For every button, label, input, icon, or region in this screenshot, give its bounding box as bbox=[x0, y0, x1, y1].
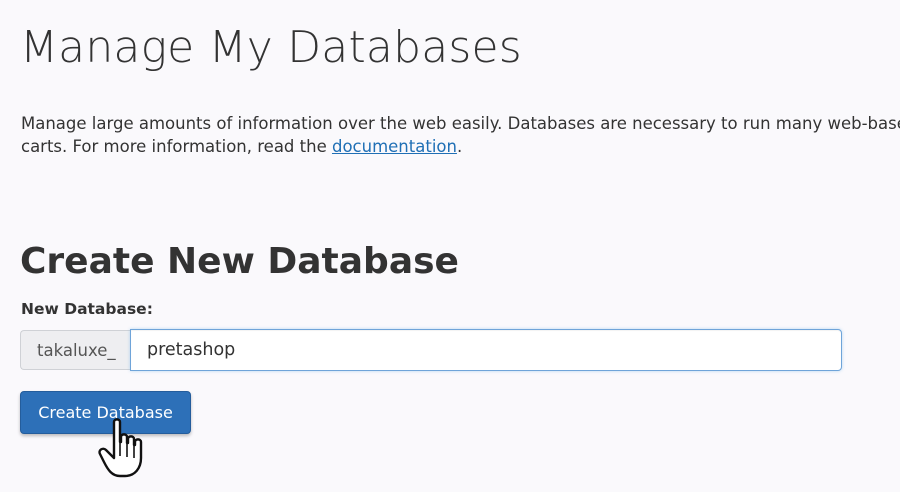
page-title: Manage My Databases bbox=[20, 22, 522, 73]
documentation-link[interactable]: documentation bbox=[332, 137, 457, 156]
page-description: Manage large amounts of information over… bbox=[21, 112, 900, 158]
description-line-2-prefix: carts. For more information, read the bbox=[21, 137, 332, 156]
description-line-2-suffix: . bbox=[456, 137, 463, 156]
create-database-button[interactable]: Create Database bbox=[20, 391, 191, 434]
database-prefix-addon: takaluxe_ bbox=[20, 330, 130, 370]
new-database-label: New Database: bbox=[21, 300, 153, 318]
description-line-1: Manage large amounts of information over… bbox=[21, 114, 900, 133]
new-database-input[interactable] bbox=[130, 329, 842, 371]
create-database-heading: Create New Database bbox=[20, 241, 459, 282]
manage-databases-page: Manage My Databases Manage large amounts… bbox=[0, 0, 900, 492]
new-database-input-group: takaluxe_ bbox=[20, 329, 842, 371]
